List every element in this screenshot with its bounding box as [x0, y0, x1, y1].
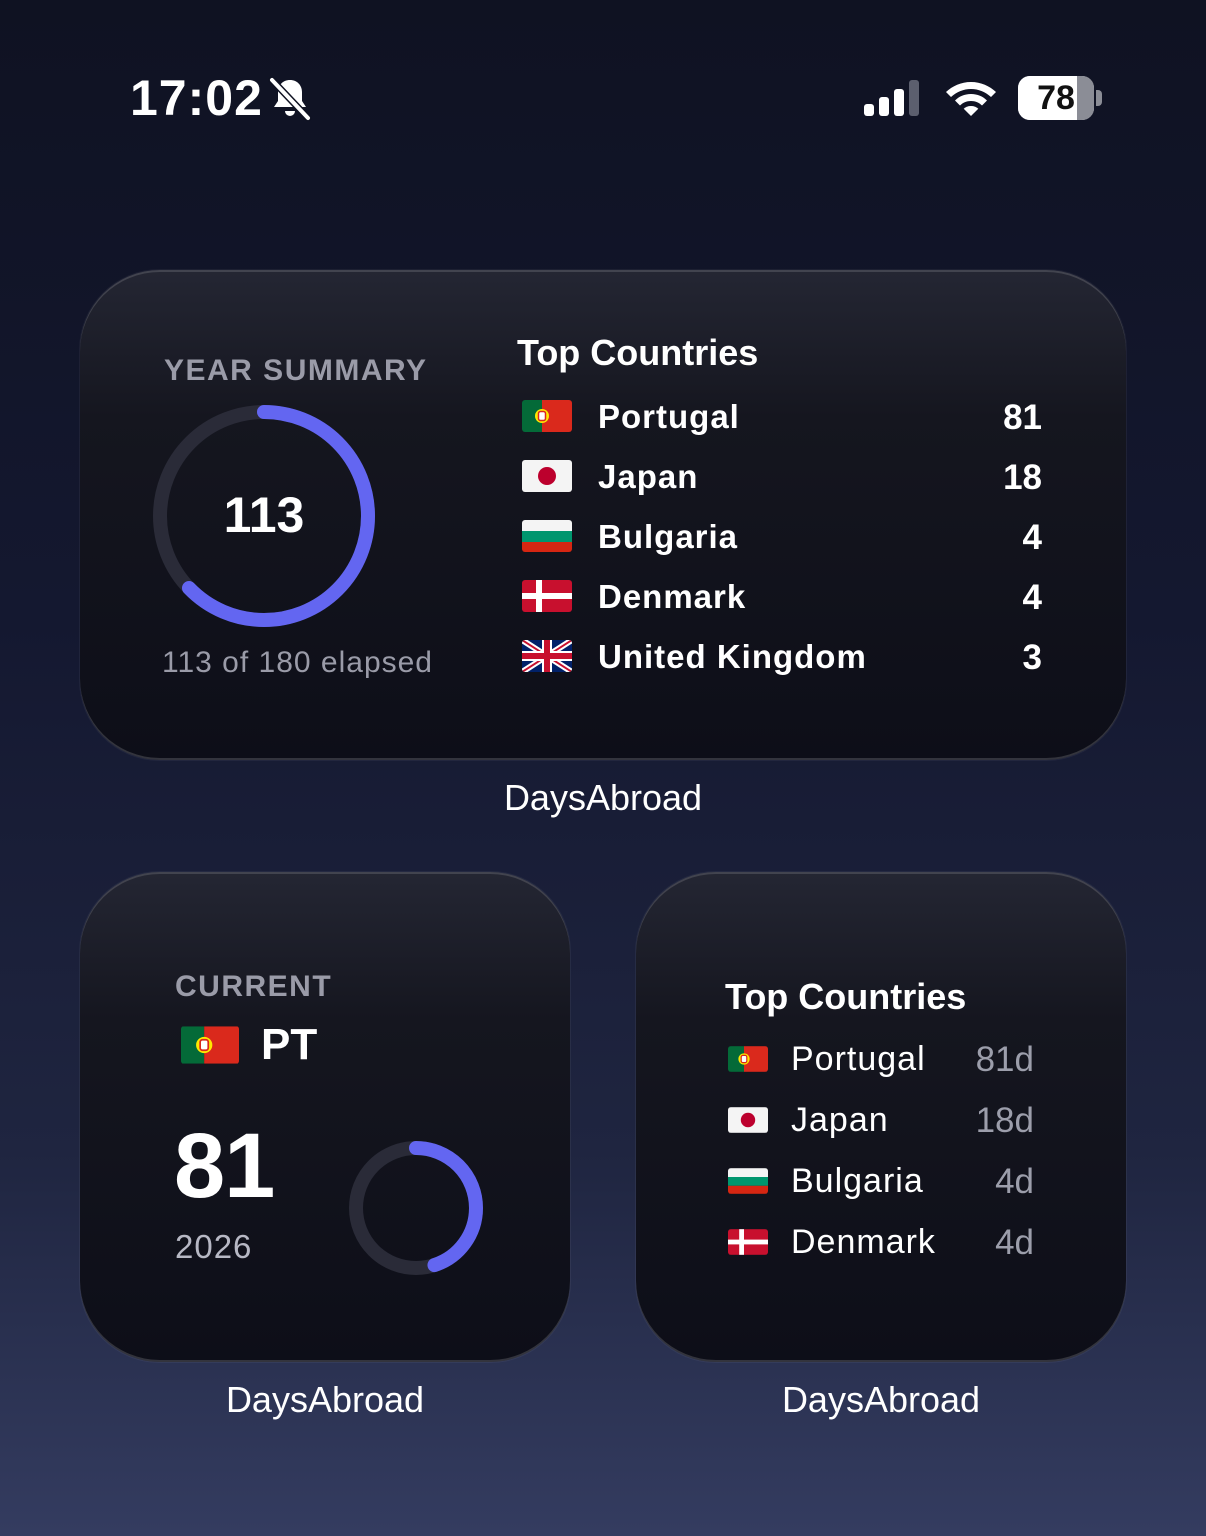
widget-caption: DaysAbroad	[781, 1379, 981, 1420]
battery-cap	[1096, 90, 1102, 106]
denmark-flag-icon	[522, 580, 572, 612]
country-name: Denmark	[598, 578, 747, 615]
country-days: 18d	[975, 1101, 1034, 1140]
year-days-count: 113	[223, 487, 305, 543]
widget-caption: DaysAbroad	[225, 1379, 425, 1420]
list-item: Japan 18d	[728, 1101, 1034, 1141]
widget-caption: DaysAbroad	[503, 777, 703, 818]
year-summary-widget[interactable]: YEAR SUMMARY 113 113 of 180 elapsed Top …	[80, 270, 1126, 760]
japan-flag-icon	[522, 460, 572, 492]
portugal-flag-icon	[728, 1046, 768, 1072]
country-name: Denmark	[791, 1223, 936, 1261]
battery-percentage: 78	[1037, 79, 1075, 117]
current-year: 2026	[175, 1228, 253, 1265]
wifi-icon	[946, 82, 996, 116]
country-name: Bulgaria	[791, 1162, 924, 1200]
list-item: Japan 18	[522, 458, 1042, 498]
country-days: 4d	[995, 1223, 1034, 1262]
country-days: 4	[1022, 578, 1042, 617]
current-progress-ring	[349, 1141, 483, 1275]
list-item: United Kingdom 3	[522, 638, 1042, 678]
united-kingdom-flag-icon	[522, 640, 572, 672]
country-name: Japan	[598, 458, 699, 495]
country-name: Bulgaria	[598, 518, 739, 555]
country-name: Portugal	[791, 1040, 926, 1078]
country-days: 18	[1003, 458, 1042, 497]
country-days: 81	[1003, 398, 1042, 437]
bulgaria-flag-icon	[728, 1168, 768, 1194]
list-item: Bulgaria 4	[522, 518, 1042, 558]
denmark-flag-icon	[728, 1229, 768, 1255]
portugal-flag-icon	[522, 400, 572, 432]
current-days-count: 81	[174, 1115, 275, 1217]
country-name: Japan	[791, 1101, 889, 1139]
top-countries-title: Top Countries	[517, 332, 759, 373]
list-item: Portugal 81d	[728, 1040, 1034, 1080]
japan-flag-icon	[728, 1107, 768, 1133]
country-days: 4	[1022, 518, 1042, 557]
cellular-signal-icon	[864, 80, 919, 116]
current-label: CURRENT	[175, 970, 333, 1003]
current-country-widget[interactable]: CURRENT PT 81 2026	[80, 872, 570, 1362]
country-name: United Kingdom	[598, 638, 867, 675]
top-countries-widget[interactable]: Top Countries Portugal 81d Japan 18d Bul…	[636, 872, 1126, 1362]
top-countries-list: Portugal 81 Japan 18 Bulgaria 4 Denmark …	[522, 398, 1042, 698]
status-time: 17:02	[130, 70, 263, 126]
bulgaria-flag-icon	[522, 520, 572, 552]
battery-indicator: 78	[1018, 76, 1102, 120]
top-countries-title: Top Countries	[725, 976, 967, 1017]
year-summary-label: YEAR SUMMARY	[164, 354, 428, 387]
country-name: Portugal	[598, 398, 740, 435]
portugal-flag-icon	[181, 1026, 239, 1064]
list-item: Denmark 4	[522, 578, 1042, 618]
silent-mode-bell-icon	[268, 76, 312, 122]
list-item: Bulgaria 4d	[728, 1162, 1034, 1202]
list-item: Denmark 4d	[728, 1223, 1034, 1263]
list-item: Portugal 81	[522, 398, 1042, 438]
country-days: 3	[1022, 638, 1042, 677]
country-days: 81d	[975, 1040, 1034, 1079]
top-countries-list: Portugal 81d Japan 18d Bulgaria 4d Denma…	[728, 1040, 1034, 1280]
current-country-code: PT	[261, 1020, 318, 1069]
elapsed-text: 113 of 180 elapsed	[162, 646, 433, 679]
country-days: 4d	[995, 1162, 1034, 1201]
